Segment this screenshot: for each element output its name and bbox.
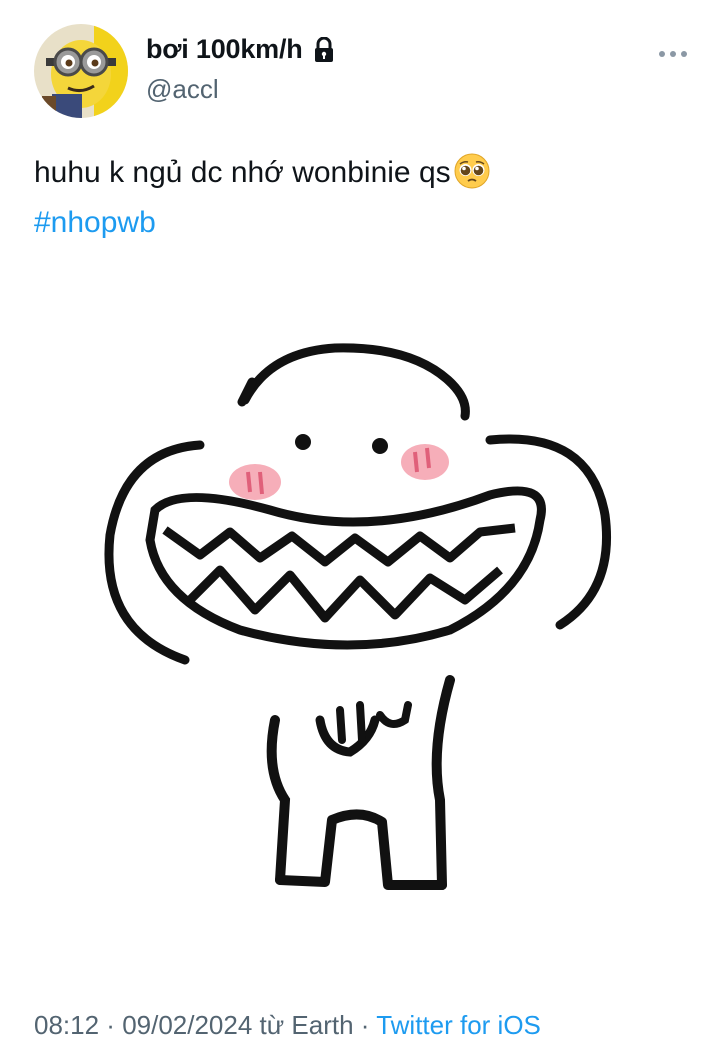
tweet-body: huhu k ngủ dc nhớ wonbinie qs	[34, 156, 451, 189]
pleading-face-emoji-icon	[453, 152, 491, 190]
tweet-meta: 08:12 · 09/02/2024 từ Earth · Twitter fo…	[34, 1010, 541, 1041]
hashtag-link[interactable]: #nhopwb	[34, 206, 156, 240]
tweet-detail: bơi 100km/h @accl huhu k ngủ dc nhớ wonb…	[0, 0, 720, 1054]
tweet-time[interactable]: 08:12	[34, 1010, 99, 1040]
display-name[interactable]: bơi 100km/h	[146, 34, 303, 65]
meta-separator: ·	[99, 1010, 123, 1040]
tweet-date[interactable]: 09/02/2024	[122, 1010, 252, 1040]
lock-icon	[313, 36, 335, 63]
tweet-media-image[interactable]	[70, 300, 650, 940]
meme-sticker-image-icon	[70, 300, 650, 940]
avatar[interactable]	[34, 24, 128, 118]
tweet-source-link[interactable]: Twitter for iOS	[376, 1010, 541, 1040]
minion-avatar-icon	[34, 24, 128, 118]
meta-separator: ·	[353, 1010, 377, 1040]
tweet-location: từ Earth	[252, 1010, 354, 1040]
tweet-text: huhu k ngủ dc nhớ wonbinie qs	[34, 152, 491, 190]
author-handle[interactable]: @accl	[146, 74, 219, 105]
more-options-icon[interactable]	[656, 44, 690, 64]
author-name-row[interactable]: bơi 100km/h	[146, 34, 335, 65]
